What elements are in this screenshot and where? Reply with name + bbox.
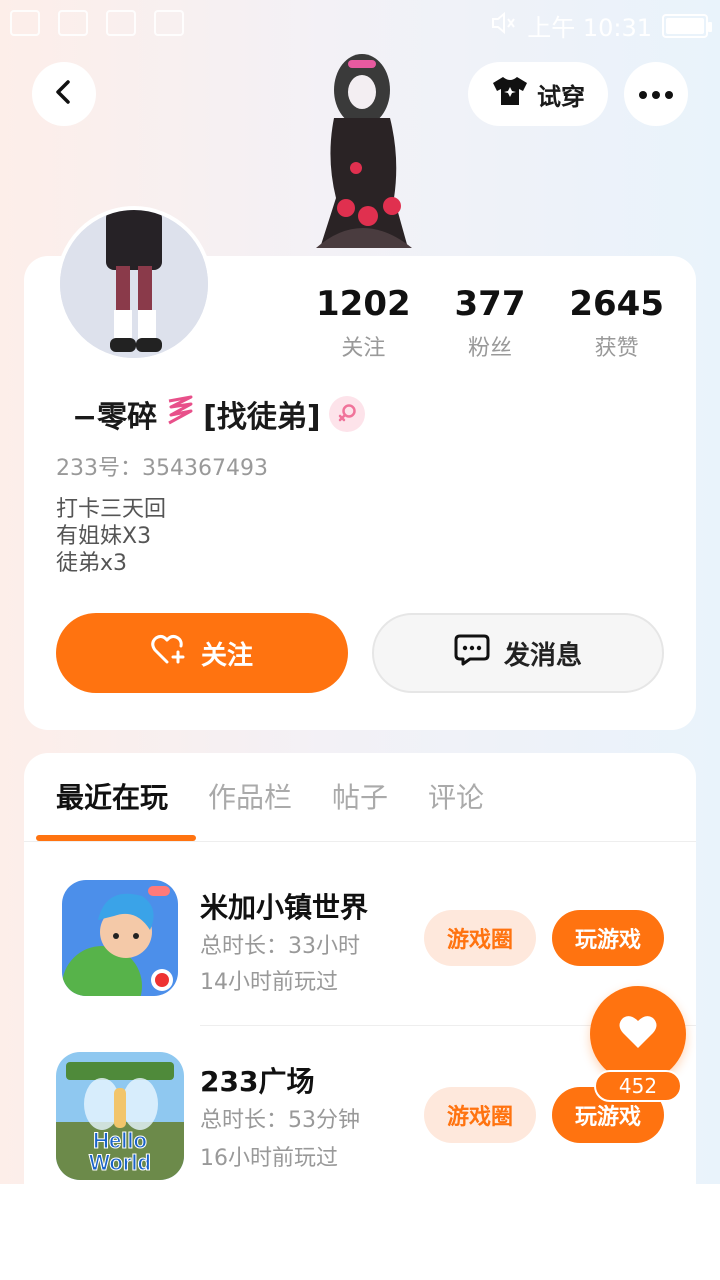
list-item[interactable]: Hello World 233广场 总时长：53分钟 16小时前玩过 游戏圈 玩… xyxy=(24,1040,696,1190)
game-last-played: 16小时前玩过 xyxy=(200,1146,338,1171)
game-name: 米加小镇世界 xyxy=(200,891,369,924)
game-icon xyxy=(62,880,178,996)
heart-icon xyxy=(618,1014,658,1054)
notification-icon xyxy=(10,10,40,36)
stat-label: 粉丝 xyxy=(468,336,513,361)
game-circle-button[interactable]: 游戏圈 xyxy=(424,1087,536,1143)
stat-following[interactable]: 1202 关注 xyxy=(300,284,427,362)
message-label: 发消息 xyxy=(503,640,582,671)
bottom-blank-area xyxy=(0,1184,720,1280)
zigzag-icon xyxy=(165,393,195,435)
stat-label: 关注 xyxy=(341,336,386,361)
try-on-label: 试穿 xyxy=(537,82,585,111)
game-duration: 总时长：53分钟 xyxy=(200,1108,360,1133)
heart-plus-icon xyxy=(151,634,187,673)
character-figure xyxy=(296,48,428,258)
notification-icon xyxy=(58,10,88,36)
more-button[interactable] xyxy=(624,62,688,126)
tab-bar: 最近在玩 作品栏 帖子 评论 xyxy=(56,776,484,820)
female-icon xyxy=(328,396,365,432)
tab-works[interactable]: 作品栏 xyxy=(208,776,292,820)
icon-text-world: World xyxy=(89,1150,151,1175)
battery-icon xyxy=(662,13,712,38)
stat-value: 2645 xyxy=(569,284,664,324)
bio-line: 徒弟x3 xyxy=(56,551,128,576)
nickname-text: −零碎 xyxy=(72,400,158,435)
sim-icon xyxy=(154,10,184,36)
avatar[interactable] xyxy=(56,206,212,362)
divider xyxy=(24,841,696,842)
status-right: 上午 10:31 xyxy=(489,8,712,43)
stat-likes[interactable]: 2645 获赞 xyxy=(553,284,680,362)
bio-line: 打卡三天回 xyxy=(56,497,167,522)
like-count: 452 xyxy=(594,1070,682,1102)
bio-line: 有姐妹X3 xyxy=(56,524,152,549)
stat-value: 1202 xyxy=(316,284,411,324)
profile-stats: 1202 关注 377 粉丝 2645 获赞 xyxy=(300,284,680,362)
game-circle-button[interactable]: 游戏圈 xyxy=(424,910,536,966)
mute-icon xyxy=(489,9,517,43)
like-button[interactable] xyxy=(590,986,686,1082)
status-notification-icons xyxy=(10,10,184,36)
stat-value: 377 xyxy=(454,284,526,324)
nickname-suffix: [找徒弟] xyxy=(203,400,321,435)
follow-label: 关注 xyxy=(200,640,253,671)
message-button[interactable]: 发消息 xyxy=(372,613,664,693)
status-bar: 上午 10:31 xyxy=(0,0,720,52)
game-duration: 总时长：33小时 xyxy=(200,934,360,959)
follow-button[interactable]: 关注 xyxy=(56,613,348,693)
stat-label: 获赞 xyxy=(594,336,639,361)
image-icon xyxy=(106,10,136,36)
play-game-button[interactable]: 玩游戏 xyxy=(552,910,664,966)
tab-comments[interactable]: 评论 xyxy=(428,776,484,820)
tab-recently-played[interactable]: 最近在玩 xyxy=(56,776,168,820)
list-item[interactable]: 米加小镇世界 总时长：33小时 14小时前玩过 游戏圈 玩游戏 xyxy=(24,866,696,1016)
status-time: 上午 10:31 xyxy=(527,14,652,42)
bio: 打卡三天回 有姐妹X3 徒弟x3 xyxy=(56,496,166,577)
game-name: 233广场 xyxy=(200,1065,315,1098)
back-button[interactable] xyxy=(32,62,96,126)
game-last-played: 14小时前玩过 xyxy=(200,970,338,995)
chat-bubble-icon xyxy=(454,633,490,674)
more-dots-icon xyxy=(638,85,674,104)
game-icon: Hello World xyxy=(56,1052,184,1180)
try-on-button[interactable]: 试穿 xyxy=(468,62,608,126)
chevron-left-icon xyxy=(50,78,78,110)
stat-followers[interactable]: 377 粉丝 xyxy=(427,284,554,362)
nickname: −零碎 [找徒弟] xyxy=(72,392,365,436)
tab-posts[interactable]: 帖子 xyxy=(332,776,388,820)
user-id: 233号：354367493 xyxy=(56,456,268,481)
tshirt-icon xyxy=(491,75,529,113)
